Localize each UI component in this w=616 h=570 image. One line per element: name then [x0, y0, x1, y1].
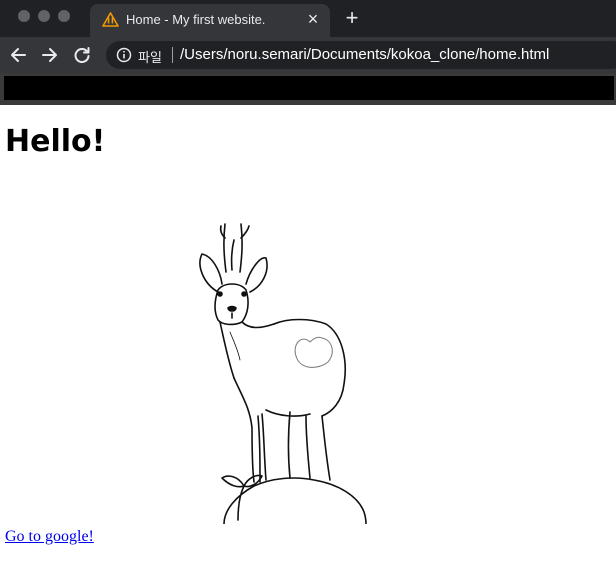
maximize-window-button[interactable]	[58, 10, 70, 22]
tab-strip: Home - My first website. × +	[0, 0, 616, 37]
arrow-left-icon[interactable]	[8, 45, 28, 65]
close-icon[interactable]: ×	[306, 10, 320, 28]
bookmark-bar	[4, 76, 614, 100]
minimize-window-button[interactable]	[38, 10, 50, 22]
arrow-right-icon[interactable]	[40, 45, 60, 65]
bookmark-area	[0, 73, 616, 105]
url-text[interactable]: /Users/noru.semari/Documents/kokoa_clone…	[180, 46, 549, 63]
tab-title: Home - My first website.	[126, 12, 266, 27]
reload-icon[interactable]	[72, 45, 92, 65]
omnibox-divider	[172, 47, 173, 63]
tab-home[interactable]: Home - My first website. ×	[90, 4, 330, 37]
deer-illustration	[199, 223, 367, 524]
scheme-label: 파일	[138, 50, 162, 65]
close-window-button[interactable]	[18, 10, 30, 22]
warning-triangle-icon	[102, 12, 119, 27]
page-heading: Hello!	[5, 124, 106, 159]
browser-toolbar: 파일 /Users/noru.semari/Documents/kokoa_cl…	[0, 37, 616, 73]
plus-icon[interactable]: +	[342, 7, 362, 29]
info-icon[interactable]	[116, 47, 132, 63]
google-link[interactable]: Go to google!	[5, 528, 94, 546]
address-bar[interactable]: 파일 /Users/noru.semari/Documents/kokoa_cl…	[106, 41, 616, 69]
